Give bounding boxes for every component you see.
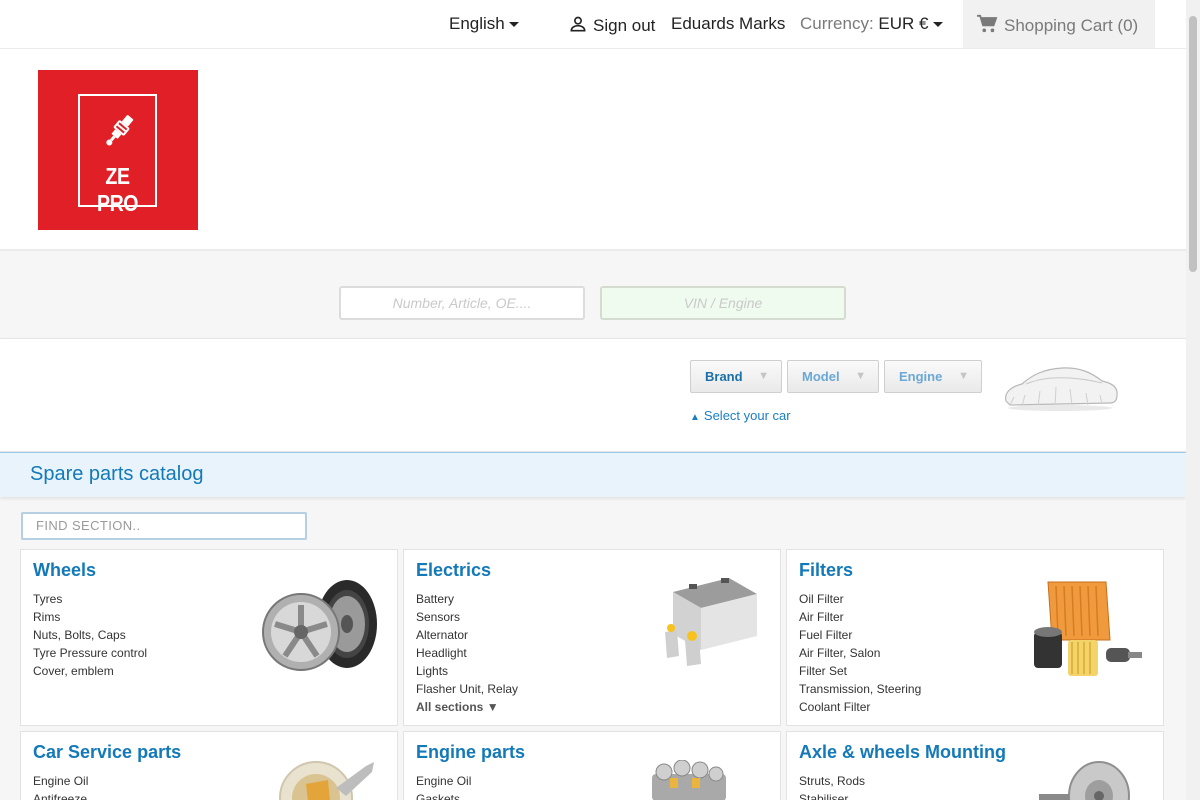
list-item[interactable]: Rims [33,608,147,626]
currency-label: Currency: [800,14,874,33]
card-list: Oil Filter Air Filter Fuel Filter Air Fi… [799,590,921,716]
catalog-header: Spare parts catalog [0,452,1186,497]
list-item[interactable]: Struts, Rods [799,772,865,790]
card-title[interactable]: Wheels [33,560,96,581]
chevron-down-icon: ▼ [958,370,969,382]
top-bar: English Sign out Eduards Marks Currency:… [0,0,1186,49]
list-item[interactable]: Tyres [33,590,147,608]
list-item[interactable]: Transmission, Steering [799,680,921,698]
language-label: English [449,14,505,33]
list-item[interactable]: Battery [416,590,518,608]
list-item[interactable]: Flasher Unit, Relay [416,680,518,698]
engine-select-label: Engine [899,369,943,384]
page-scrollbar[interactable] [1186,0,1200,800]
currency-selector[interactable]: Currency: EUR € [800,14,943,34]
card-title[interactable]: Filters [799,560,853,581]
sign-out-label: Sign out [593,16,656,35]
list-item[interactable]: Gaskets [416,790,471,800]
spark-plug-icon [106,115,134,146]
header: ZE PRO [0,49,1186,251]
select-your-car-link[interactable]: ▲ Select your car [690,408,791,423]
filters-image [1034,581,1142,676]
site-logo[interactable]: ZE PRO [38,70,198,230]
card-list: Tyres Rims Nuts, Bolts, Caps Tyre Pressu… [33,590,147,680]
person-icon [570,16,586,32]
list-item[interactable]: Fuel Filter [799,626,921,644]
model-select[interactable]: Model ▼ [787,360,879,393]
brand-select[interactable]: Brand ▼ [690,360,782,393]
catalog-card-wheels[interactable]: Wheels Tyres Rims Nuts, Bolts, Caps Tyre… [20,549,398,726]
catalog-card-axle-wheels-mounting[interactable]: Axle & wheels Mounting Struts, Rods Stab… [786,731,1164,800]
cart-icon [977,14,998,33]
sign-out-link[interactable]: Sign out [568,14,655,36]
logo-frame: ZE PRO [78,94,157,216]
catalog-card-filters[interactable]: Filters Oil Filter Air Filter Fuel Filte… [786,549,1164,726]
vin-search-input[interactable]: VIN / Engine [600,286,846,320]
scrollbar-thumb[interactable] [1189,16,1197,272]
card-title[interactable]: Car Service parts [33,742,181,763]
chevron-down-icon [508,22,519,28]
wheels-image [262,580,377,671]
covered-car-image [1005,367,1118,411]
card-title[interactable]: Electrics [416,560,491,581]
language-selector[interactable]: English [449,14,519,34]
list-item[interactable]: Oil Filter [799,590,921,608]
card-list: Engine Oil Antifreeze [33,772,88,800]
list-item[interactable]: Lights [416,662,518,680]
battery-image [665,578,757,666]
card-list: Engine Oil Gaskets [416,772,471,800]
list-item[interactable]: Sensors [416,608,518,626]
list-item[interactable]: Cover, emblem [33,662,147,680]
chevron-down-icon: ▼ [855,370,866,382]
user-account-link[interactable]: Eduards Marks [671,14,785,34]
logo-text: ZE PRO [96,163,139,216]
brand-select-label: Brand [705,369,743,384]
engine-parts-image [652,760,726,800]
list-item[interactable]: Alternator [416,626,518,644]
catalog-title: Spare parts catalog [30,463,204,485]
list-item[interactable]: Coolant Filter [799,698,921,716]
card-title[interactable]: Axle & wheels Mounting [799,742,1006,763]
list-item[interactable]: Air Filter, Salon [799,644,921,662]
currency-value: EUR € [878,14,929,33]
catalog-card-car-service-parts[interactable]: Car Service parts Engine Oil Antifreeze [20,731,398,800]
chevron-down-icon: ▼ [758,370,769,382]
list-item[interactable]: Filter Set [799,662,921,680]
part-number-search-input[interactable]: Number, Article, OE.... [339,286,585,320]
catalog-card-engine-parts[interactable]: Engine parts Engine Oil Gaskets [403,731,781,800]
list-item[interactable]: Engine Oil [416,772,471,790]
find-section-input[interactable]: FIND SECTION.. [21,512,307,540]
model-select-label: Model [802,369,840,384]
select-your-car-label: Select your car [703,408,791,423]
car-selector-panel: Brand ▼ Model ▼ Engine ▼ ▲ Select your ca… [0,338,1186,452]
list-item[interactable]: Tyre Pressure control [33,644,147,662]
list-item[interactable]: Stabiliser [799,790,865,800]
card-list: Battery Sensors Alternator Headlight Lig… [416,590,518,716]
list-item[interactable]: Antifreeze [33,790,88,800]
engine-select[interactable]: Engine ▼ [884,360,982,393]
service-tools-image [279,761,374,800]
list-item[interactable]: Engine Oil [33,772,88,790]
shopping-cart-button[interactable]: Shopping Cart (0) [963,0,1155,48]
axle-hub-image [1039,761,1130,800]
shopping-cart-label: Shopping Cart (0) [1004,16,1139,35]
all-sections-link[interactable]: All sections ▼ [416,698,518,716]
card-list: Struts, Rods Stabiliser [799,772,865,800]
catalog-card-electrics[interactable]: Electrics Battery Sensors Alternator Hea… [403,549,781,726]
list-item[interactable]: Air Filter [799,608,921,626]
triangle-up-icon: ▲ [690,412,700,423]
card-title[interactable]: Engine parts [416,742,525,763]
list-item[interactable]: Headlight [416,644,518,662]
chevron-down-icon [932,22,943,28]
list-item[interactable]: Nuts, Bolts, Caps [33,626,147,644]
